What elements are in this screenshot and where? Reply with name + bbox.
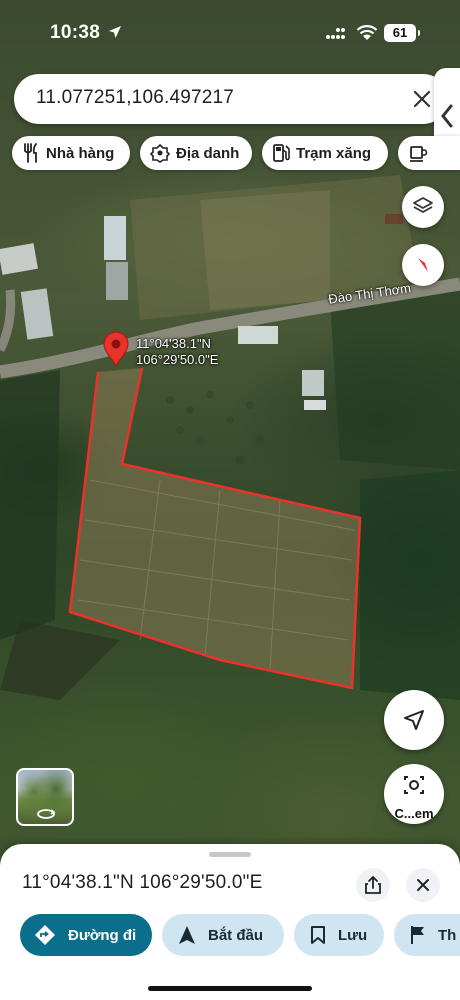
status-time: 10:38 [50,22,101,43]
start-label: Bắt đầu [208,926,264,944]
chip-gas-stations[interactable]: Trạm xăng [262,136,388,170]
chip-label: Nhà hàng [46,144,115,162]
close-icon [417,879,429,891]
flag-label: Th [438,926,457,944]
directions-icon [35,925,55,945]
wifi-icon [356,25,378,40]
compass-button[interactable] [402,244,444,286]
street-view-thumbnail[interactable] [16,768,74,826]
battery-indicator: 61 [384,24,420,42]
search-input[interactable]: 11.077251,106.497217 [36,87,234,109]
gas-station-icon [273,144,290,162]
save-button[interactable]: Lưu [294,914,384,956]
pin-coordinates: 11°04'38.1"N 106°29'50.0"E [136,336,218,368]
pin-longitude: 106°29'50.0"E [136,352,219,367]
share-button[interactable] [356,868,390,902]
pin-latitude: 11°04'38.1"N [136,336,211,351]
directions-button[interactable]: Đường đi [20,914,152,956]
bookmark-icon [311,926,325,944]
flag-icon [411,926,424,944]
landmark-icon [150,143,170,163]
start-button[interactable]: Bắt đầu [162,914,284,956]
restaurant-icon [24,143,37,163]
camera-icon [404,776,424,794]
search-bar[interactable]: 11.077251,106.497217 [14,74,448,124]
navigation-arrow-icon [404,710,424,730]
chip-restaurants[interactable]: Nhà hàng [12,136,130,170]
compass-icon [418,258,428,272]
camera-button-label: C...em [394,806,434,821]
cell-signal-icon [326,28,345,39]
place-title: 11°04'38.1"N 106°29'50.0"E [22,872,263,893]
rotate-360-icon [37,809,56,819]
chip-label: Địa danh [176,144,240,162]
status-bar: 10:38 61 [0,0,460,62]
directions-label: Đường đi [68,926,137,944]
layers-button[interactable] [402,186,444,228]
flag-button[interactable]: Th [394,914,460,956]
share-icon [365,875,381,894]
chevron-left-icon [441,104,453,128]
chip-coffee[interactable] [398,136,460,170]
close-sheet-button[interactable] [406,868,440,902]
location-arrow-icon [109,26,121,38]
save-label: Lưu [338,926,368,944]
close-icon[interactable] [410,87,434,111]
chip-label: Trạm xăng [296,144,372,162]
chip-landmarks[interactable]: Địa danh [140,136,252,170]
layers-icon [413,197,433,213]
coffee-icon [410,146,428,162]
navigation-arrow-icon [179,926,195,944]
sheet-grabber[interactable] [209,852,251,857]
home-indicator [148,986,312,991]
camera-search-button[interactable]: C...em [384,764,444,824]
my-location-button[interactable] [384,690,444,750]
